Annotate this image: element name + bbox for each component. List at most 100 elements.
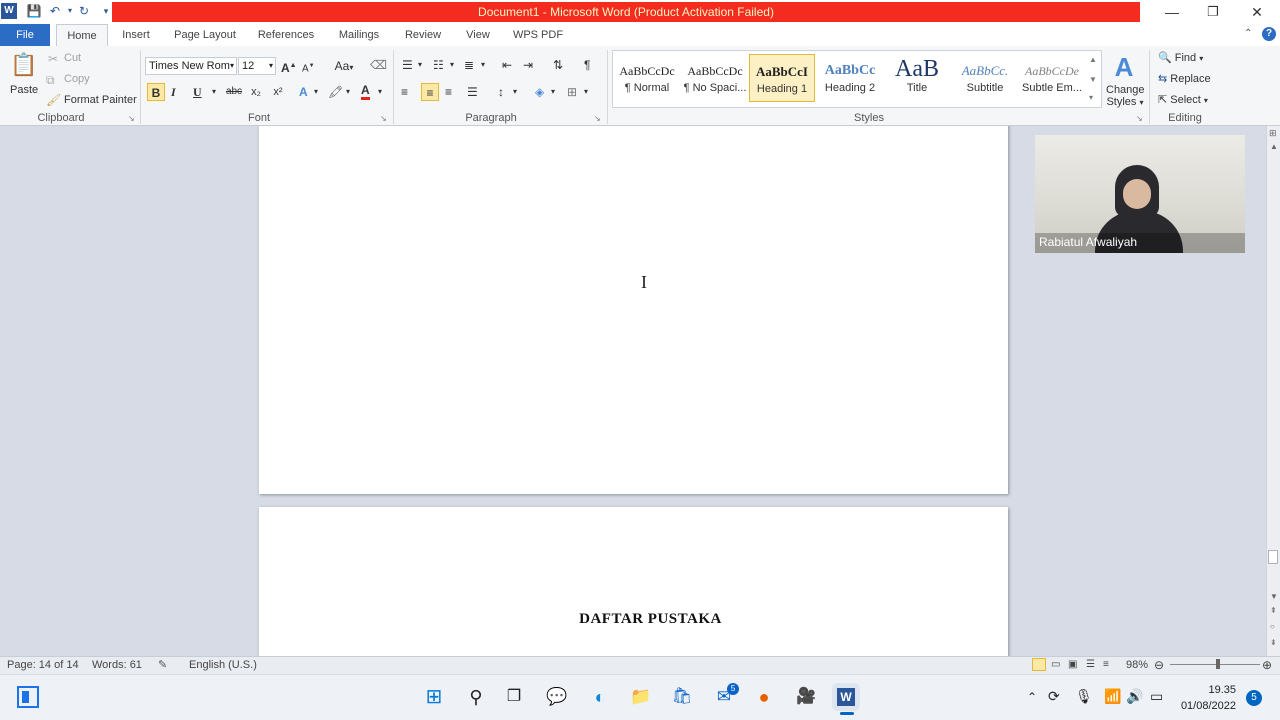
paste-icon[interactable]: 📋 — [10, 50, 37, 80]
borders-icon[interactable]: ⊞ — [567, 84, 577, 100]
clock-time[interactable]: 19.35 — [1178, 684, 1236, 696]
multilevel-list-icon[interactable]: ≣ — [464, 57, 474, 73]
shading-icon[interactable]: ◈ — [535, 84, 544, 100]
sort-icon[interactable]: ⇅ — [553, 57, 563, 73]
notification-badge[interactable]: 5 — [1246, 690, 1262, 706]
align-right-icon[interactable]: ≡ — [445, 84, 452, 100]
underline-button[interactable]: U — [193, 84, 202, 100]
vertical-scrollbar[interactable]: ⊞ ▲ ▼ ⇞ ○ ⇟ — [1266, 126, 1280, 656]
start-icon[interactable]: ⊞ — [420, 683, 448, 711]
undo-icon[interactable]: ↶ — [47, 3, 63, 19]
chevron-down-icon[interactable]: ▾ — [450, 57, 454, 73]
document-page-14[interactable]: DAFTAR PUSTAKA — [259, 507, 1008, 656]
font-color-icon[interactable]: A — [361, 83, 370, 100]
clear-formatting-icon[interactable]: ⌫ — [370, 57, 387, 73]
paragraph-launcher-icon[interactable]: ↘ — [594, 114, 601, 123]
firefox-icon[interactable]: ● — [750, 683, 778, 711]
language-indicator[interactable]: English (U.S.) — [189, 657, 257, 673]
justify-icon[interactable]: ☰ — [467, 84, 478, 100]
select-browse-object-icon[interactable]: ○ — [1270, 622, 1275, 631]
font-name-box[interactable]: Times New Rom ▾ — [145, 57, 237, 75]
search-icon[interactable]: ⚲ — [462, 683, 490, 711]
file-explorer-icon[interactable]: 📁 — [627, 683, 655, 711]
print-layout-view-icon[interactable] — [1032, 658, 1046, 671]
copy-button[interactable]: Copy — [64, 73, 90, 85]
word-count[interactable]: Words: 61 — [92, 657, 142, 673]
clipboard-launcher-icon[interactable]: ↘ — [128, 114, 135, 123]
bullets-icon[interactable]: ☰ — [402, 57, 413, 73]
chevron-down-icon[interactable]: ▾ — [212, 84, 216, 100]
chevron-down-icon[interactable]: ▾ — [346, 84, 350, 100]
bold-button[interactable]: B — [147, 83, 165, 101]
previous-page-icon[interactable]: ⇞ — [1270, 606, 1277, 615]
microphone-icon[interactable]: 🎙 — [1075, 688, 1093, 705]
styles-launcher-icon[interactable]: ↘ — [1136, 114, 1143, 123]
battery-icon[interactable]: ▭ — [1150, 688, 1163, 705]
style-subtitle[interactable]: AaBbCc. Subtitle — [952, 54, 1018, 102]
find-button[interactable]: 🔍 Find ▾ — [1158, 51, 1203, 64]
tab-references[interactable]: References — [254, 24, 318, 46]
change-case-button[interactable]: Aa▾ — [332, 58, 356, 76]
scroll-thumb[interactable] — [1268, 550, 1278, 564]
page-count[interactable]: Page: 14 of 14 — [7, 657, 79, 673]
edge-browser-icon[interactable]: ◐ — [586, 683, 614, 711]
superscript-button[interactable]: x² — [270, 84, 286, 100]
sync-icon[interactable]: ⟳ — [1048, 688, 1060, 705]
minimize-ribbon-icon[interactable]: ⌃ — [1244, 28, 1252, 39]
style-title[interactable]: AaB Title — [884, 54, 950, 102]
strikethrough-button[interactable]: abc — [224, 84, 244, 100]
style-normal[interactable]: AaBbCcDc ¶ Normal — [614, 54, 680, 102]
chevron-down-icon[interactable]: ▾ — [314, 84, 318, 100]
tab-wps-pdf[interactable]: WPS PDF — [510, 24, 566, 46]
format-painter-button[interactable]: Format Painter — [64, 94, 137, 106]
tab-view[interactable]: View — [460, 24, 496, 46]
store-icon[interactable]: 🛍 — [668, 683, 696, 711]
document-page-13[interactable] — [259, 126, 1008, 494]
clock-date[interactable]: 01/08/2022 — [1170, 700, 1236, 712]
style-heading-1[interactable]: AaBbCcI Heading 1 — [749, 54, 815, 102]
increase-indent-icon[interactable]: ⇥ — [523, 57, 533, 73]
numbering-icon[interactable]: ☷ — [433, 57, 444, 73]
align-left-icon[interactable]: ≡ — [401, 84, 408, 100]
text-effects-icon[interactable]: A — [299, 84, 308, 100]
chat-icon[interactable]: 💬 — [543, 683, 571, 711]
cut-button[interactable]: Cut — [64, 52, 81, 64]
draft-view-icon[interactable]: ≡ — [1103, 657, 1109, 673]
full-screen-reading-icon[interactable]: ▭ — [1051, 657, 1060, 673]
zoom-in-icon[interactable]: ⊕ — [1262, 657, 1272, 673]
tab-home[interactable]: Home — [56, 24, 108, 46]
web-layout-icon[interactable]: ▣ — [1068, 657, 1077, 673]
shrink-font-icon[interactable]: A▼ — [302, 58, 315, 77]
scroll-up-icon[interactable]: ▲ — [1270, 142, 1278, 151]
change-styles-icon[interactable]: A — [1110, 52, 1138, 82]
chevron-down-icon[interactable]: ▾ — [378, 84, 382, 100]
font-launcher-icon[interactable]: ↘ — [380, 114, 387, 123]
chevron-down-icon[interactable]: ▾ — [513, 84, 517, 100]
tab-review[interactable]: Review — [400, 24, 446, 46]
help-icon[interactable]: ? — [1262, 27, 1276, 41]
tab-page-layout[interactable]: Page Layout — [170, 24, 240, 46]
change-styles-button[interactable]: Change Styles ▾ — [1106, 84, 1145, 109]
zoom-level[interactable]: 98% — [1126, 657, 1148, 673]
tab-insert[interactable]: Insert — [116, 24, 156, 46]
zoom-slider-thumb[interactable] — [1215, 659, 1220, 669]
minimize-icon[interactable]: — — [1152, 0, 1192, 24]
save-icon[interactable]: 💾 — [26, 3, 42, 19]
wifi-icon[interactable]: 📶 — [1104, 688, 1121, 705]
proofing-icon[interactable]: ✎ — [158, 657, 167, 673]
close-icon[interactable]: ✕ — [1237, 0, 1277, 24]
chevron-down-icon[interactable]: ▾ — [418, 57, 422, 73]
zoom-out-icon[interactable]: ⊖ — [1154, 657, 1164, 673]
task-view-icon[interactable]: ❐ — [500, 683, 528, 711]
volume-icon[interactable]: 🔊 — [1126, 688, 1143, 705]
align-center-icon[interactable]: ≡ — [421, 83, 439, 101]
style-heading-2[interactable]: AaBbCc Heading 2 — [817, 54, 883, 102]
redo-icon[interactable]: ↻ — [76, 3, 92, 19]
highlight-icon[interactable]: 🖍 — [328, 84, 343, 100]
tab-file[interactable]: File — [0, 24, 50, 46]
tab-mailings[interactable]: Mailings — [332, 24, 386, 46]
paste-button[interactable]: Paste — [10, 84, 38, 96]
styles-scroll-down-icon[interactable]: ▼ — [1089, 72, 1097, 88]
style-no-spacing[interactable]: AaBbCcDc ¶ No Spaci... — [682, 54, 748, 102]
next-page-icon[interactable]: ⇟ — [1270, 638, 1277, 647]
